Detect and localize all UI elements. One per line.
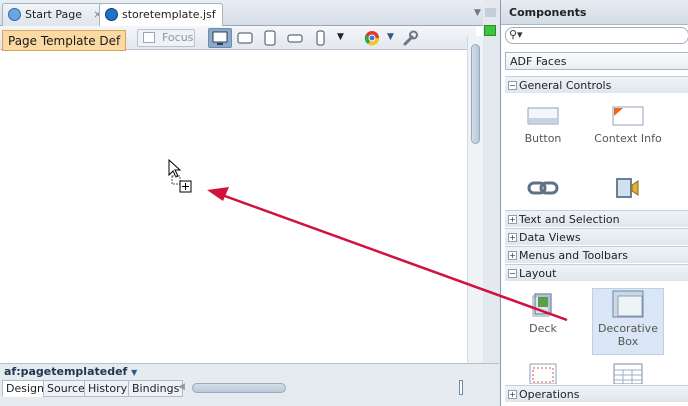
palette-title: Components	[501, 0, 688, 25]
components-palette: Components ⚲▾ ADF Faces − General Contro…	[500, 0, 688, 406]
palette-search-input[interactable]: ⚲▾	[505, 27, 688, 44]
tab-storetemplate[interactable]: storetemplate.jsf	[99, 3, 223, 27]
section-label: Menus and Toolbars	[519, 249, 628, 262]
tab-start-page[interactable]: Start Page ✕	[2, 3, 109, 26]
section-layout[interactable]: − Layout	[505, 264, 688, 281]
palette-item-link[interactable]	[507, 175, 579, 204]
section-label: Layout	[519, 267, 557, 280]
section-menus-and-toolbars[interactable]: + Menus and Toolbars	[505, 246, 688, 263]
wrench-icon	[403, 30, 418, 46]
palette-item-deck[interactable]: Deck	[507, 291, 579, 335]
tab-design[interactable]: Design	[2, 380, 48, 397]
gutter-scroll-button[interactable]	[485, 8, 496, 17]
vertical-scroll-thumb[interactable]	[471, 44, 480, 144]
grid-layout-icon	[613, 363, 643, 384]
horizontal-scrollbar[interactable]: ◀	[178, 380, 463, 395]
editor-gutter	[483, 0, 499, 406]
tablet-landscape-button[interactable]	[234, 28, 256, 48]
section-general-controls[interactable]: − General Controls	[505, 76, 688, 93]
phone-landscape-button[interactable]	[284, 28, 306, 48]
preferences-button[interactable]	[400, 28, 420, 48]
editor-bottom-bar: af:pagetemplatedef ▼ Design Source Histo…	[0, 363, 499, 406]
collapse-icon[interactable]: −	[508, 81, 517, 90]
scroll-end-marker	[459, 380, 463, 395]
breadcrumb[interactable]: af:pagetemplatedef ▼	[4, 365, 137, 378]
tablet-landscape-icon	[237, 32, 253, 44]
expand-icon[interactable]: +	[508, 251, 517, 260]
section-label: Data Views	[519, 231, 581, 244]
drag-cursor-icon	[168, 158, 192, 193]
phone-landscape-icon	[287, 34, 303, 43]
decorative-box-icon	[612, 290, 644, 318]
browser-dropdown-icon[interactable]: ▼	[387, 32, 394, 42]
link-icon	[527, 181, 559, 195]
item-label: Deck	[529, 322, 557, 335]
deck-icon	[532, 293, 552, 317]
tab-bindings[interactable]: Bindings	[128, 380, 184, 397]
palette-item-decorative-box[interactable]: Decorative Box	[592, 288, 664, 355]
vertical-scrollbar[interactable]	[467, 36, 483, 363]
monitor-icon	[212, 31, 228, 45]
editor-tab-bar: Start Page ✕ storetemplate.jsf ▼	[0, 0, 499, 27]
status-green-indicator	[484, 25, 496, 36]
desktop-view-button[interactable]	[208, 28, 232, 48]
focus-icon	[143, 32, 155, 43]
tab-label: storetemplate.jsf	[122, 8, 216, 21]
button-icon	[527, 107, 559, 125]
palette-item-media[interactable]	[592, 175, 664, 204]
section-operations[interactable]: + Operations	[505, 385, 688, 402]
media-icon	[616, 178, 639, 198]
design-canvas[interactable]	[0, 50, 467, 363]
context-info-icon	[612, 106, 644, 126]
scroll-left-icon[interactable]: ◀	[178, 382, 185, 392]
jsf-file-icon	[105, 8, 118, 21]
chevron-down-icon: ▼	[131, 368, 138, 377]
page-template-def-tooltip: Page Template Def	[2, 30, 127, 51]
section-text-and-selection[interactable]: + Text and Selection	[505, 210, 688, 227]
phone-portrait-button[interactable]	[309, 28, 331, 48]
item-label: Context Info	[594, 132, 662, 145]
browser-preview-button[interactable]	[362, 28, 382, 48]
device-dropdown-button[interactable]: ▼	[333, 28, 349, 48]
palette-item-context-info[interactable]: Context Info	[592, 103, 664, 145]
palette-item-layout-a[interactable]	[507, 362, 579, 384]
expand-icon[interactable]: +	[508, 390, 517, 399]
section-label: General Controls	[519, 79, 612, 92]
editor-panel: Start Page ✕ storetemplate.jsf ▼ ▼ ▼ Foc…	[0, 0, 499, 406]
tablet-portrait-icon	[264, 30, 276, 46]
focus-label: Focus	[162, 31, 194, 44]
section-label: Text and Selection	[519, 213, 620, 226]
horizontal-scroll-thumb[interactable]	[192, 383, 286, 393]
section-data-views[interactable]: + Data Views	[505, 228, 688, 245]
expand-icon[interactable]: +	[508, 233, 517, 242]
tab-source[interactable]: Source	[43, 380, 89, 397]
item-label: Button	[524, 132, 562, 145]
palette-item-layout-b[interactable]	[592, 362, 664, 384]
tab-label: Start Page	[25, 8, 82, 21]
focus-button[interactable]: Focus	[137, 29, 195, 47]
library-selector[interactable]: ADF Faces	[505, 52, 688, 70]
tab-dropdown-icon[interactable]: ▼	[474, 8, 481, 18]
search-icon[interactable]: ⚲▾	[509, 28, 523, 41]
dotted-box-icon	[529, 363, 557, 384]
expand-icon[interactable]: +	[508, 215, 517, 224]
phone-portrait-icon	[316, 30, 325, 46]
chevron-down-icon: ▼	[337, 32, 344, 42]
tab-history[interactable]: History	[84, 380, 132, 397]
section-label: Operations	[519, 388, 580, 401]
start-page-icon	[8, 8, 21, 21]
breadcrumb-label: af:pagetemplatedef	[4, 365, 128, 378]
tablet-portrait-button[interactable]	[259, 28, 281, 48]
item-label: Decorative Box	[598, 322, 658, 348]
chrome-icon	[364, 31, 380, 46]
collapse-icon[interactable]: −	[508, 269, 517, 278]
palette-item-button[interactable]: Button	[507, 103, 579, 145]
